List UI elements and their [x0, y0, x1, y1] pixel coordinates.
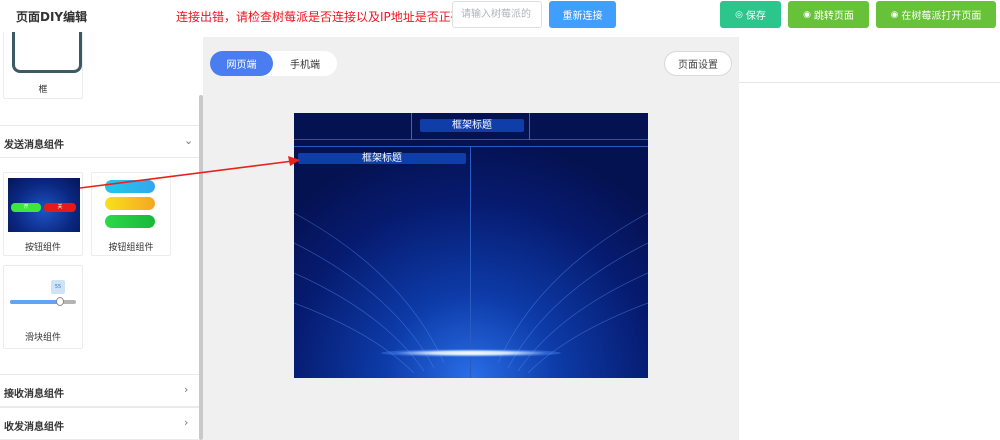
section-title: 发送消息组件 — [4, 140, 64, 151]
button-group-component-label: 按钮组组件 — [108, 243, 154, 253]
section-title: 接收消息组件 — [4, 389, 64, 400]
section-send-receive-components[interactable]: 收发消息组件 › — [0, 407, 199, 440]
section-send-components[interactable]: 发送消息组件 ⌄ — [0, 125, 199, 158]
connection-error-message: 连接出错，请检查树莓派是否连接以及IP地址是否正确! — [176, 10, 468, 24]
button-component-label: 按钮组件 — [24, 243, 61, 253]
app-title: 页面DIY编辑 — [16, 10, 88, 24]
frame-subtitle[interactable]: 框架标题 — [294, 153, 470, 164]
open-on-raspberry-button[interactable]: ◉ 在树莓派打开页面 — [876, 1, 996, 28]
frame-component-label: 框 — [38, 85, 48, 95]
open-on-raspberry-button-label: 在树莓派打开页面 — [901, 11, 982, 22]
save-button-label: 保存 — [745, 11, 766, 22]
eye-icon: ◉ — [890, 9, 899, 19]
slider-fill — [10, 300, 58, 304]
chevron-right-icon: › — [184, 383, 189, 396]
preview-screen[interactable]: 框架标题 框架标题 — [294, 113, 648, 378]
frame-component-card[interactable]: 框 — [3, 32, 83, 99]
slider-component-card[interactable]: 滑块组件 — [3, 265, 83, 349]
frame-thumbnail — [12, 32, 82, 73]
green-pill — [105, 215, 155, 228]
reconnect-button-label: 重新连接 — [562, 11, 603, 22]
off-pill: 关 — [44, 203, 76, 212]
save-button[interactable]: ◎ 保存 — [720, 1, 781, 28]
section-receive-components[interactable]: 接收消息组件 › — [0, 374, 199, 407]
section-title: 收发消息组件 — [4, 422, 64, 433]
eye-icon: ◉ — [803, 9, 811, 19]
device-toggle: 网页端 手机端 — [210, 51, 337, 76]
check-circle-icon: ◎ — [735, 9, 743, 19]
chevron-right-icon: › — [184, 416, 189, 429]
top-header: 页面DIY编辑 连接出错，请检查树莓派是否连接以及IP地址是否正确! 重新连接 … — [0, 0, 1000, 32]
design-canvas: 网页端 手机端 页面设置 框架标题 框架标题 — [203, 37, 739, 440]
chevron-down-icon: ⌄ — [184, 134, 194, 147]
frame-top-bar: 框架标题 — [294, 113, 648, 140]
reconnect-button[interactable]: 重新连接 — [549, 1, 616, 28]
yellow-pill — [105, 197, 155, 210]
tab-mobile[interactable]: 手机端 — [273, 51, 337, 76]
tab-web[interactable]: 网页端 — [210, 51, 273, 76]
cyan-pill — [105, 180, 155, 193]
button-component-thumbnail: 开 关 — [8, 178, 80, 232]
properties-divider — [739, 82, 1000, 83]
jump-page-button[interactable]: ◉ 跳转页面 — [788, 1, 869, 28]
on-pill: 开 — [11, 203, 41, 212]
page-settings-button[interactable]: 页面设置 — [664, 51, 732, 76]
slider-component-label: 滑块组件 — [24, 333, 61, 343]
divider-vertical — [470, 147, 471, 378]
slider-value-box: 55 — [51, 280, 65, 294]
frame-title[interactable]: 框架标题 — [420, 119, 524, 132]
properties-panel — [739, 37, 1000, 440]
ip-address-input[interactable] — [452, 1, 542, 28]
jump-page-button-label: 跳转页面 — [813, 11, 854, 22]
frame-title-tab: 框架标题 — [411, 113, 530, 140]
divider-horizontal — [294, 146, 648, 147]
bottom-glow — [381, 349, 561, 357]
slider-knob — [56, 297, 64, 306]
component-sidebar: 框 发送消息组件 ⌄ 按钮组件 开 关 按钮组组件 滑块组件 55 接收消息组件… — [0, 32, 202, 440]
